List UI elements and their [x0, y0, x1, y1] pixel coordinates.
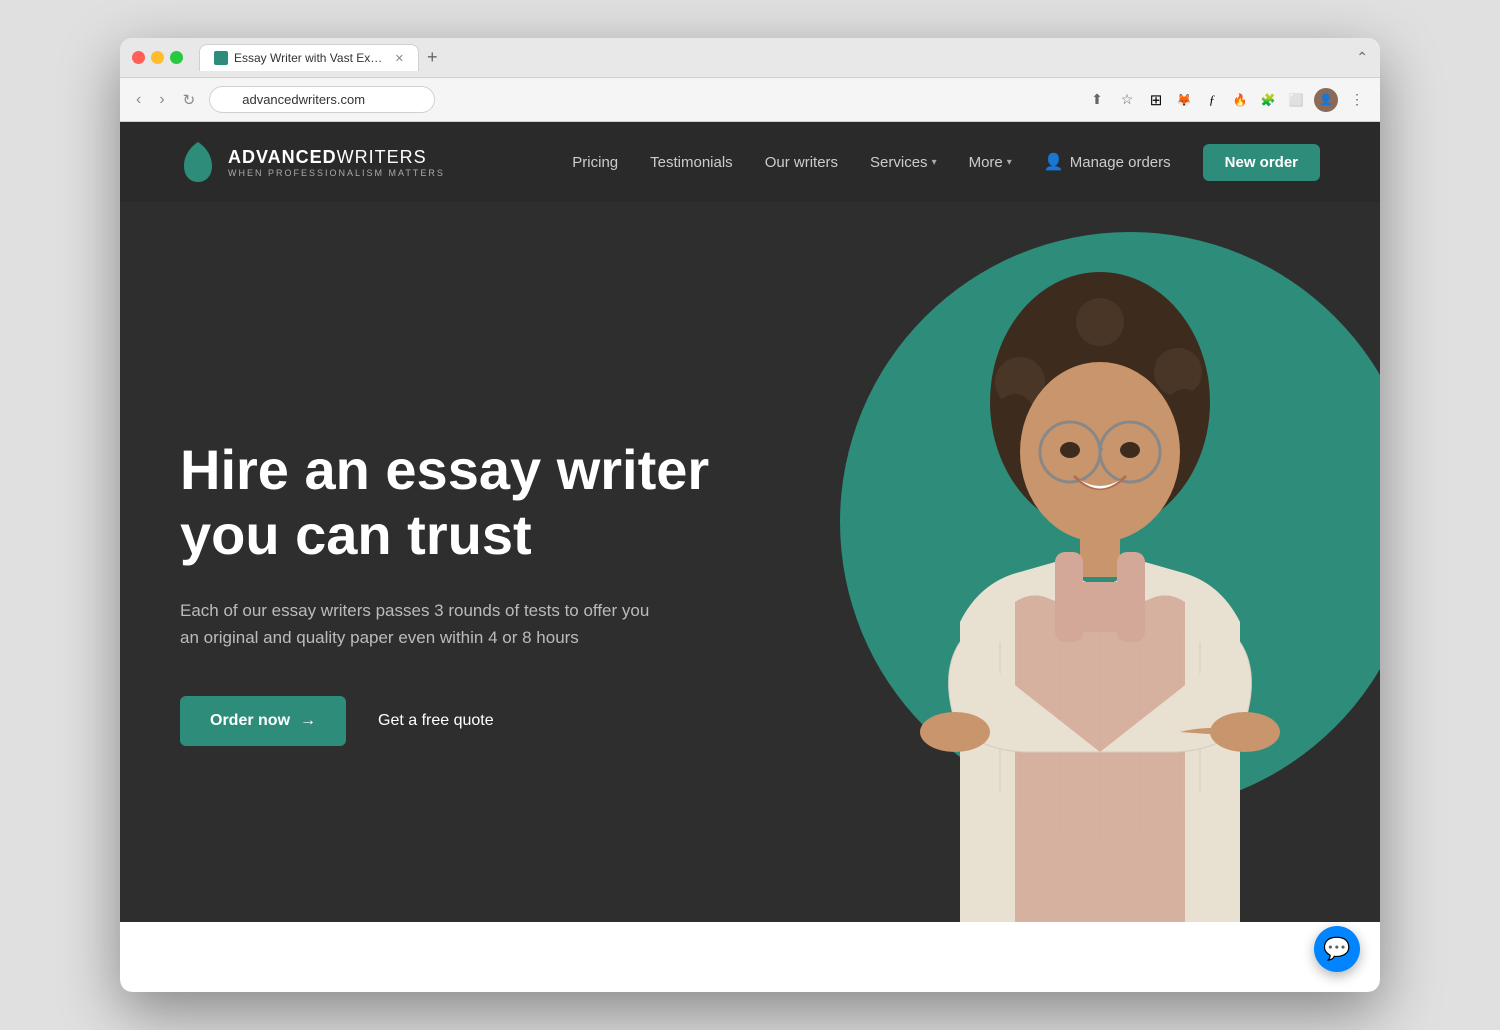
new-tab-button[interactable]: + [419, 47, 446, 68]
function-extension-icon[interactable]: ƒ [1202, 90, 1222, 110]
logo-area: ADVANCEDWRITERS WHEN PROFESSIONALISM MAT… [180, 140, 445, 184]
reload-button[interactable]: ↻ [179, 87, 200, 113]
nav-more[interactable]: More ▾ [969, 154, 1012, 171]
chat-button[interactable]: 💬 [1314, 926, 1360, 972]
profile-avatar[interactable]: 👤 [1314, 88, 1338, 112]
close-button[interactable] [132, 51, 145, 64]
navbar: ADVANCEDWRITERS WHEN PROFESSIONALISM MAT… [120, 122, 1380, 202]
site-content: ADVANCEDWRITERS WHEN PROFESSIONALISM MAT… [120, 122, 1380, 992]
manage-orders-icon: 👤 [1044, 152, 1064, 172]
nav-pricing[interactable]: Pricing [572, 154, 618, 171]
fullscreen-button[interactable] [170, 51, 183, 64]
tab-bar: Essay Writer with Vast Experie... ✕ + [199, 44, 1348, 71]
flame-extension-icon[interactable]: 🔥 [1230, 90, 1250, 110]
bottom-strip [120, 922, 1380, 992]
fox-extension-icon[interactable]: 🦊 [1174, 90, 1194, 110]
toolbar-icons: ⬆ ☆ ⊞ 🦊 ƒ 🔥 🧩 ⬜ 👤 ⋮ [1086, 88, 1368, 112]
logo-leaf-icon [180, 140, 216, 184]
writer-illustration [860, 242, 1340, 922]
arrow-icon: → [300, 712, 316, 730]
order-now-button[interactable]: Order now → [180, 696, 346, 746]
new-order-button[interactable]: New order [1203, 144, 1320, 181]
tab-favicon [214, 51, 228, 65]
hero-subtitle: Each of our essay writers passes 3 round… [180, 597, 660, 651]
tab-close-icon[interactable]: ✕ [395, 52, 404, 65]
person-image [860, 242, 1340, 922]
window-collapse-icon[interactable]: ⌃ [1356, 49, 1368, 66]
nav-our-writers[interactable]: Our writers [765, 154, 838, 171]
more-dropdown-arrow-icon: ▾ [1007, 157, 1012, 168]
traffic-lights [132, 51, 183, 64]
hero-content: Hire an essay writer you can trust Each … [180, 438, 807, 745]
minimize-button[interactable] [151, 51, 164, 64]
browser-window: Essay Writer with Vast Experie... ✕ + ⌃ … [120, 38, 1380, 992]
bookmark-icon[interactable]: ☆ [1116, 89, 1138, 111]
logo-name: ADVANCEDWRITERS [228, 147, 445, 168]
logo-tagline: WHEN PROFESSIONALISM MATTERS [228, 168, 445, 178]
messenger-icon: 💬 [1323, 936, 1350, 962]
more-options-icon[interactable]: ⋮ [1346, 89, 1368, 111]
nav-manage-orders[interactable]: 👤 Manage orders [1044, 152, 1171, 172]
window-controls-right: ⌃ [1356, 49, 1368, 66]
nav-testimonials[interactable]: Testimonials [650, 154, 733, 171]
active-tab[interactable]: Essay Writer with Vast Experie... ✕ [199, 44, 419, 71]
share-icon[interactable]: ⬆ [1086, 89, 1108, 111]
nav-links: Pricing Testimonials Our writers Service… [572, 144, 1320, 181]
hero-section: Hire an essay writer you can trust Each … [120, 202, 1380, 922]
logo-text: ADVANCEDWRITERS WHEN PROFESSIONALISM MAT… [228, 147, 445, 178]
tab-title: Essay Writer with Vast Experie... [234, 51, 385, 65]
nav-services[interactable]: Services ▾ [870, 154, 937, 171]
hero-buttons: Order now → Get a free quote [180, 696, 807, 746]
forward-button[interactable]: › [155, 87, 168, 113]
puzzle-extension-icon[interactable]: 🧩 [1258, 90, 1278, 110]
address-bar: ‹ › ↻ 🔒 ⬆ ☆ ⊞ 🦊 ƒ 🔥 🧩 ⬜ 👤 ⋮ [120, 78, 1380, 122]
split-view-icon[interactable]: ⬜ [1286, 90, 1306, 110]
back-button[interactable]: ‹ [132, 87, 145, 113]
hero-title: Hire an essay writer you can trust [180, 438, 740, 567]
free-quote-button[interactable]: Get a free quote [378, 712, 494, 730]
services-dropdown-arrow-icon: ▾ [932, 157, 937, 168]
extension-grid-icon[interactable]: ⊞ [1146, 90, 1166, 110]
title-bar: Essay Writer with Vast Experie... ✕ + ⌃ [120, 38, 1380, 78]
address-wrapper: 🔒 [209, 86, 1076, 113]
address-input[interactable] [209, 86, 435, 113]
